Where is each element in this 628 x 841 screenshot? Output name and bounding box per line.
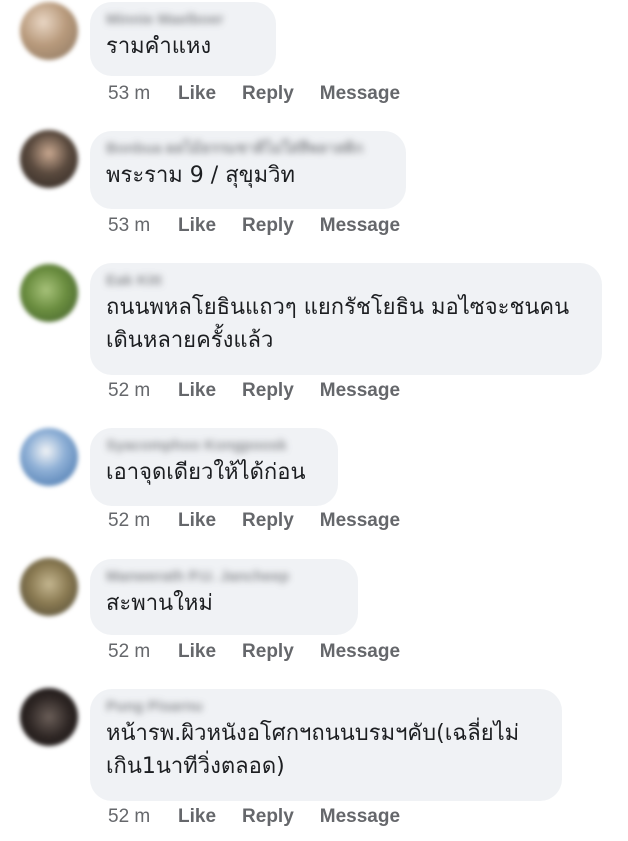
avatar[interactable]: [20, 558, 78, 616]
comment-timestamp[interactable]: 52 m: [108, 806, 178, 828]
like-button[interactable]: Like: [178, 510, 216, 532]
comment-actions: 52 m Like Reply Message: [108, 639, 426, 665]
comment-bubble: Bonbua ผลไม้ธรรมชาติไม่ใส่สีพลาสติก พระร…: [90, 131, 406, 209]
message-button[interactable]: Message: [320, 641, 400, 663]
avatar[interactable]: [20, 130, 78, 188]
comment-author[interactable]: Minnie Maelboer: [106, 10, 260, 30]
comment-timestamp[interactable]: 52 m: [108, 510, 178, 532]
comment-author[interactable]: Syacomphoo Kongpoosk: [106, 436, 322, 456]
comment-timestamp[interactable]: 53 m: [108, 83, 178, 105]
comment-timestamp[interactable]: 52 m: [108, 380, 178, 402]
comment-text: หน้ารพ.ผิวหนังอโศกฯถนนบรมฯคับ(เฉลี่ยไม่ …: [106, 721, 520, 779]
comment-bubble: Manwerath P.U. Jancheep สะพานใหม่: [90, 559, 358, 635]
message-button[interactable]: Message: [320, 510, 400, 532]
comment-actions: 52 m Like Reply Message: [108, 508, 426, 534]
like-button[interactable]: Like: [178, 215, 216, 237]
comment-actions: 53 m Like Reply Message: [108, 213, 426, 239]
avatar[interactable]: [20, 264, 78, 322]
avatar[interactable]: [20, 428, 78, 486]
comment-author[interactable]: Pung Pisarnu: [106, 697, 546, 717]
comment-bubble: Minnie Maelboer รามคำแหง: [90, 2, 276, 76]
comment-text: เอาจุดเดียวให้ได้ก่อน: [106, 460, 306, 485]
comment-author[interactable]: Eak Kitt: [106, 271, 586, 291]
message-button[interactable]: Message: [320, 380, 400, 402]
message-button[interactable]: Message: [320, 83, 400, 105]
like-button[interactable]: Like: [178, 806, 216, 828]
like-button[interactable]: Like: [178, 83, 216, 105]
comment-timestamp[interactable]: 52 m: [108, 641, 178, 663]
comment-bubble: Syacomphoo Kongpoosk เอาจุดเดียวให้ได้ก่…: [90, 428, 338, 506]
reply-button[interactable]: Reply: [242, 641, 294, 663]
comment-actions: 52 m Like Reply Message: [108, 378, 426, 404]
reply-button[interactable]: Reply: [242, 215, 294, 237]
avatar[interactable]: [20, 688, 78, 746]
comment-text: ถนนพหลโยธินแถวๆ แยกรัชโยธิน มอไซจะชนคน เ…: [106, 295, 570, 353]
message-button[interactable]: Message: [320, 215, 400, 237]
message-button[interactable]: Message: [320, 806, 400, 828]
comment-text: รามคำแหง: [106, 34, 212, 59]
comment-bubble: Eak Kitt ถนนพหลโยธินแถวๆ แยกรัชโยธิน มอไ…: [90, 263, 602, 375]
comment-author[interactable]: Manwerath P.U. Jancheep: [106, 567, 342, 587]
comment-text: พระราม 9 / สุขุมวิท: [106, 163, 296, 188]
comment-author[interactable]: Bonbua ผลไม้ธรรมชาติไม่ใส่สีพลาสติก: [106, 139, 390, 159]
reply-button[interactable]: Reply: [242, 510, 294, 532]
like-button[interactable]: Like: [178, 641, 216, 663]
comment-actions: 52 m Like Reply Message: [108, 804, 426, 830]
comment-timestamp[interactable]: 53 m: [108, 215, 178, 237]
like-button[interactable]: Like: [178, 380, 216, 402]
avatar[interactable]: [20, 2, 78, 60]
comment-actions: 53 m Like Reply Message: [108, 81, 426, 107]
comment-text: สะพานใหม่: [106, 591, 213, 616]
reply-button[interactable]: Reply: [242, 83, 294, 105]
reply-button[interactable]: Reply: [242, 380, 294, 402]
comment-bubble: Pung Pisarnu หน้ารพ.ผิวหนังอโศกฯถนนบรมฯค…: [90, 689, 562, 801]
reply-button[interactable]: Reply: [242, 806, 294, 828]
